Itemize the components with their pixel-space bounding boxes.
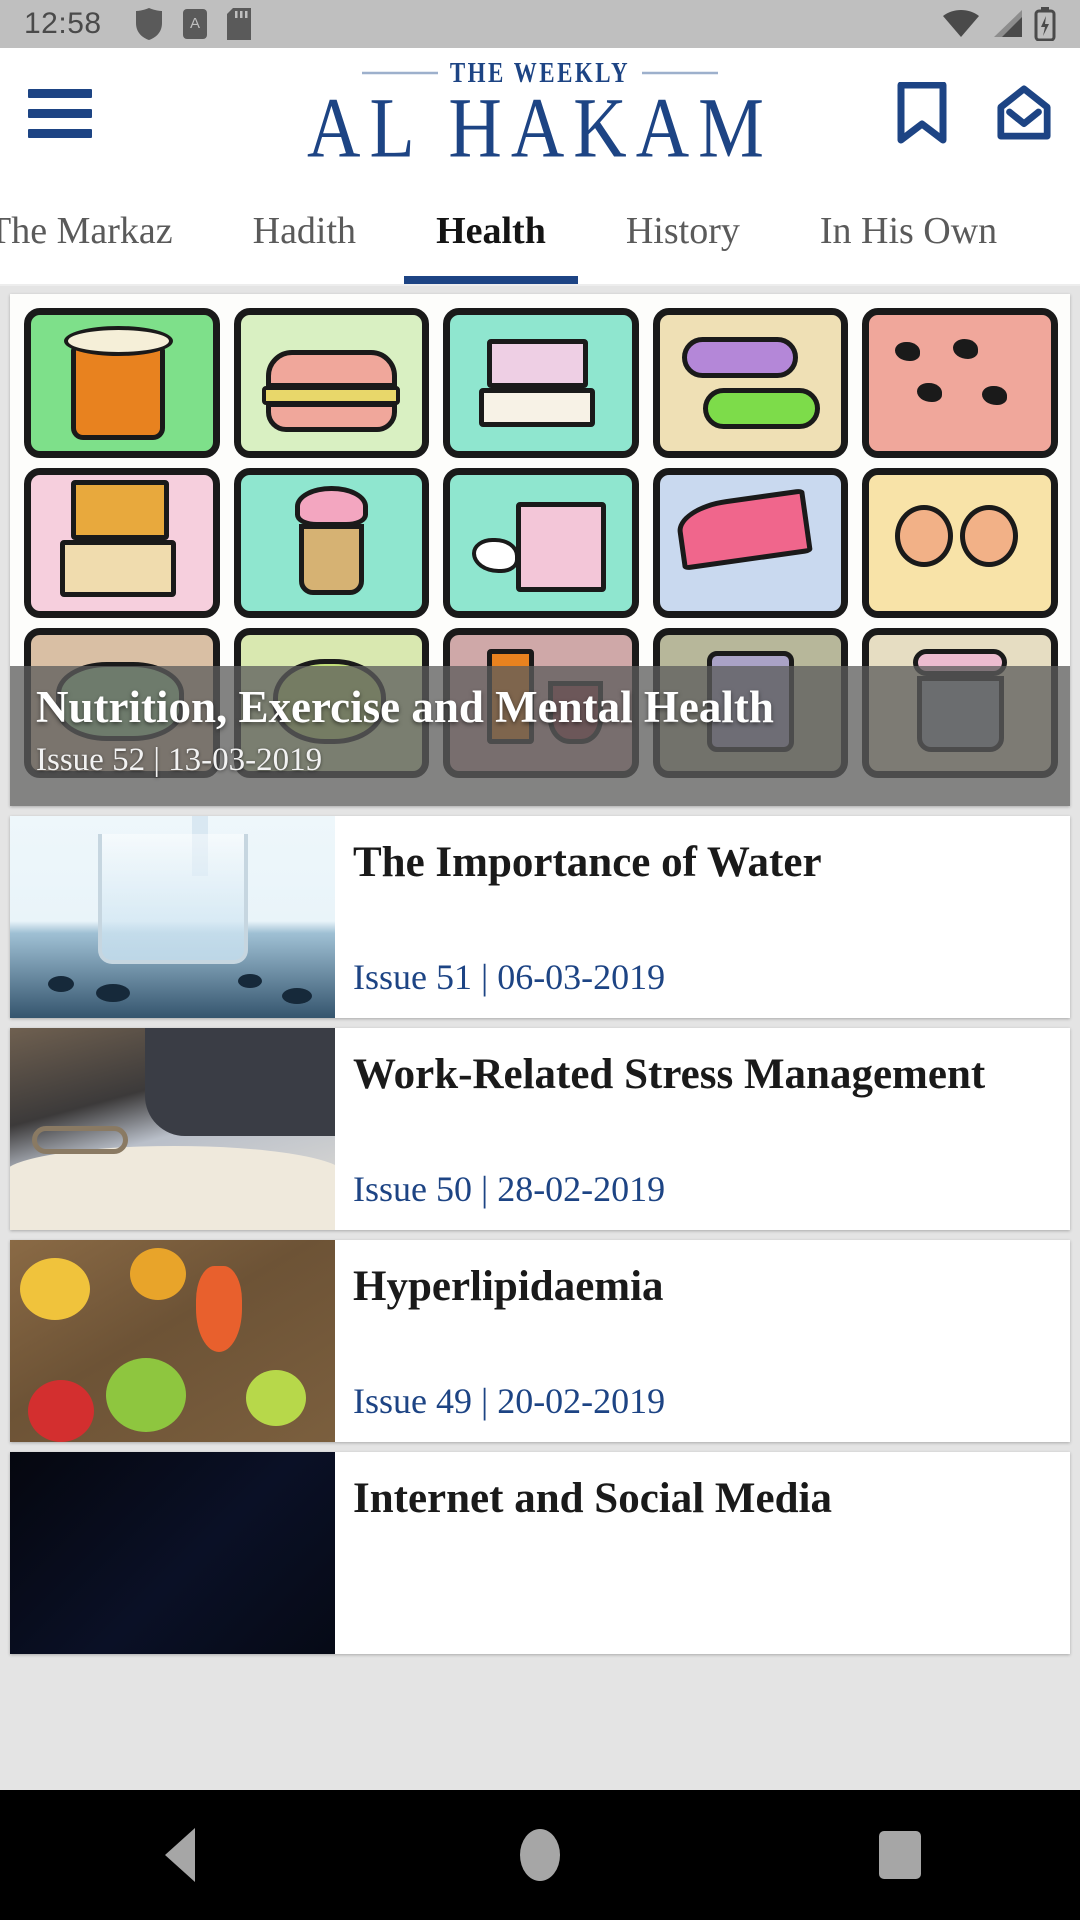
article-text: Hyperlipidaemia Issue 49 | 20-02-2019 xyxy=(335,1240,1070,1442)
brand-kicker-text: THE WEEKLY xyxy=(449,56,631,88)
hamburger-bar xyxy=(28,128,92,138)
article-row[interactable]: Hyperlipidaemia Issue 49 | 20-02-2019 xyxy=(10,1240,1070,1442)
recents-button[interactable] xyxy=(840,1795,960,1915)
hamburger-bar xyxy=(28,88,92,98)
veg-tomato xyxy=(28,1380,94,1442)
water-splash xyxy=(238,974,262,988)
open-envelope-icon xyxy=(997,85,1051,140)
featured-meta: Issue 52 | 13-03-2019 xyxy=(36,741,323,778)
tab-health[interactable]: Health xyxy=(396,178,586,284)
article-text: Internet and Social Media xyxy=(335,1452,1070,1654)
article-text: Work-Related Stress Management Issue 50 … xyxy=(335,1028,1070,1230)
article-meta: Issue 51 | 06-03-2019 xyxy=(353,957,666,997)
doodle-cake xyxy=(443,308,639,458)
article-meta: Issue 50 | 28-02-2019 xyxy=(353,1169,666,1209)
tab-label: Health xyxy=(436,210,546,252)
home-circle-icon xyxy=(520,1829,560,1881)
brand-kicker-row: THE WEEKLY xyxy=(361,56,719,90)
kicker-rule-left xyxy=(361,71,438,75)
svg-text:A: A xyxy=(190,15,200,32)
article-text: The Importance of Water Issue 51 | 06-03… xyxy=(335,816,1070,1018)
desk-sleeve xyxy=(145,1028,335,1136)
app-badge-icon: A xyxy=(182,9,207,39)
tab-in-his-own[interactable]: In His Own xyxy=(780,178,1037,284)
doodle-icecream xyxy=(233,468,430,618)
doodle-beer xyxy=(24,308,220,458)
veg-green-pepper xyxy=(106,1358,186,1432)
featured-article-card[interactable]: Nutrition, Exercise and Mental Health Is… xyxy=(10,294,1070,806)
bookmark-icon xyxy=(897,82,947,144)
veg-orange xyxy=(130,1248,186,1300)
app-header-actions xyxy=(894,82,1052,144)
mail-button[interactable] xyxy=(996,83,1052,143)
status-left-icons: A xyxy=(134,7,252,41)
veg-pepper xyxy=(196,1266,242,1352)
tab-label: History xyxy=(625,210,740,252)
doodle-burger xyxy=(233,308,430,458)
cell-signal-icon xyxy=(994,10,1022,37)
back-triangle-icon xyxy=(165,1828,195,1882)
featured-title: Nutrition, Exercise and Mental Health xyxy=(36,682,774,732)
article-title: The Importance of Water xyxy=(353,839,822,886)
doodle-pretzel xyxy=(862,468,1058,618)
article-thumbnail xyxy=(10,1028,335,1230)
hamburger-menu-icon[interactable] xyxy=(28,88,92,138)
status-bar: 12:58 A xyxy=(0,0,1080,48)
phone-screen: 12:58 A THE WEEKLY AL HAKAM The Markaz H… xyxy=(0,0,1080,1920)
water-splash xyxy=(282,988,312,1004)
sd-card-icon xyxy=(226,8,251,40)
wifi-icon xyxy=(943,10,979,37)
veg-corn xyxy=(20,1258,90,1320)
tab-label: In His Own xyxy=(819,210,998,252)
article-title: Work-Related Stress Management xyxy=(353,1051,986,1098)
app-header: THE WEEKLY AL HAKAM xyxy=(0,48,1080,178)
article-row[interactable]: Internet and Social Media xyxy=(10,1452,1070,1654)
tab-label: The Markaz xyxy=(0,210,173,252)
bookmark-button[interactable] xyxy=(894,82,950,144)
doodle-popcorn xyxy=(443,468,639,618)
water-splash xyxy=(96,984,130,1002)
kicker-rule-right xyxy=(642,71,719,75)
article-title: Hyperlipidaemia xyxy=(353,1263,664,1310)
category-tab-bar[interactable]: The Markaz Hadith Health History In His … xyxy=(0,178,1080,286)
article-thumbnail xyxy=(10,1240,335,1442)
article-title: Internet and Social Media xyxy=(353,1475,832,1522)
brand-title: AL HAKAM xyxy=(307,81,773,177)
home-button[interactable] xyxy=(480,1795,600,1915)
article-list[interactable]: Nutrition, Exercise and Mental Health Is… xyxy=(0,286,1080,1820)
tab-history[interactable]: History xyxy=(586,178,780,284)
article-row[interactable]: Work-Related Stress Management Issue 50 … xyxy=(10,1028,1070,1230)
tab-hadith[interactable]: Hadith xyxy=(213,178,396,284)
water-splash xyxy=(48,976,74,992)
tab-label: Hadith xyxy=(252,210,357,252)
recents-square-icon xyxy=(879,1831,921,1879)
article-thumbnail xyxy=(10,816,335,1018)
android-navigation-bar xyxy=(0,1790,1080,1920)
doodle-watermelon xyxy=(862,308,1058,458)
featured-overlay: Nutrition, Exercise and Mental Health Is… xyxy=(10,666,1070,806)
doodle-pizza xyxy=(652,468,849,618)
doodle-candy xyxy=(652,308,849,458)
shield-icon xyxy=(135,8,162,40)
battery-charging-icon xyxy=(1034,7,1056,41)
desk-glasses xyxy=(32,1126,128,1154)
veg-lime xyxy=(246,1370,306,1426)
tab-the-markaz[interactable]: The Markaz xyxy=(0,178,213,284)
article-thumbnail xyxy=(10,1452,335,1654)
article-row[interactable]: The Importance of Water Issue 51 | 06-03… xyxy=(10,816,1070,1018)
water-glass xyxy=(97,834,248,964)
status-right-icons xyxy=(942,7,1056,41)
desk-book xyxy=(10,1146,335,1230)
doodle-fries xyxy=(24,468,220,618)
hamburger-bar xyxy=(28,108,92,118)
article-meta: Issue 49 | 20-02-2019 xyxy=(353,1381,666,1421)
back-button[interactable] xyxy=(120,1795,240,1915)
status-time: 12:58 xyxy=(24,7,102,40)
